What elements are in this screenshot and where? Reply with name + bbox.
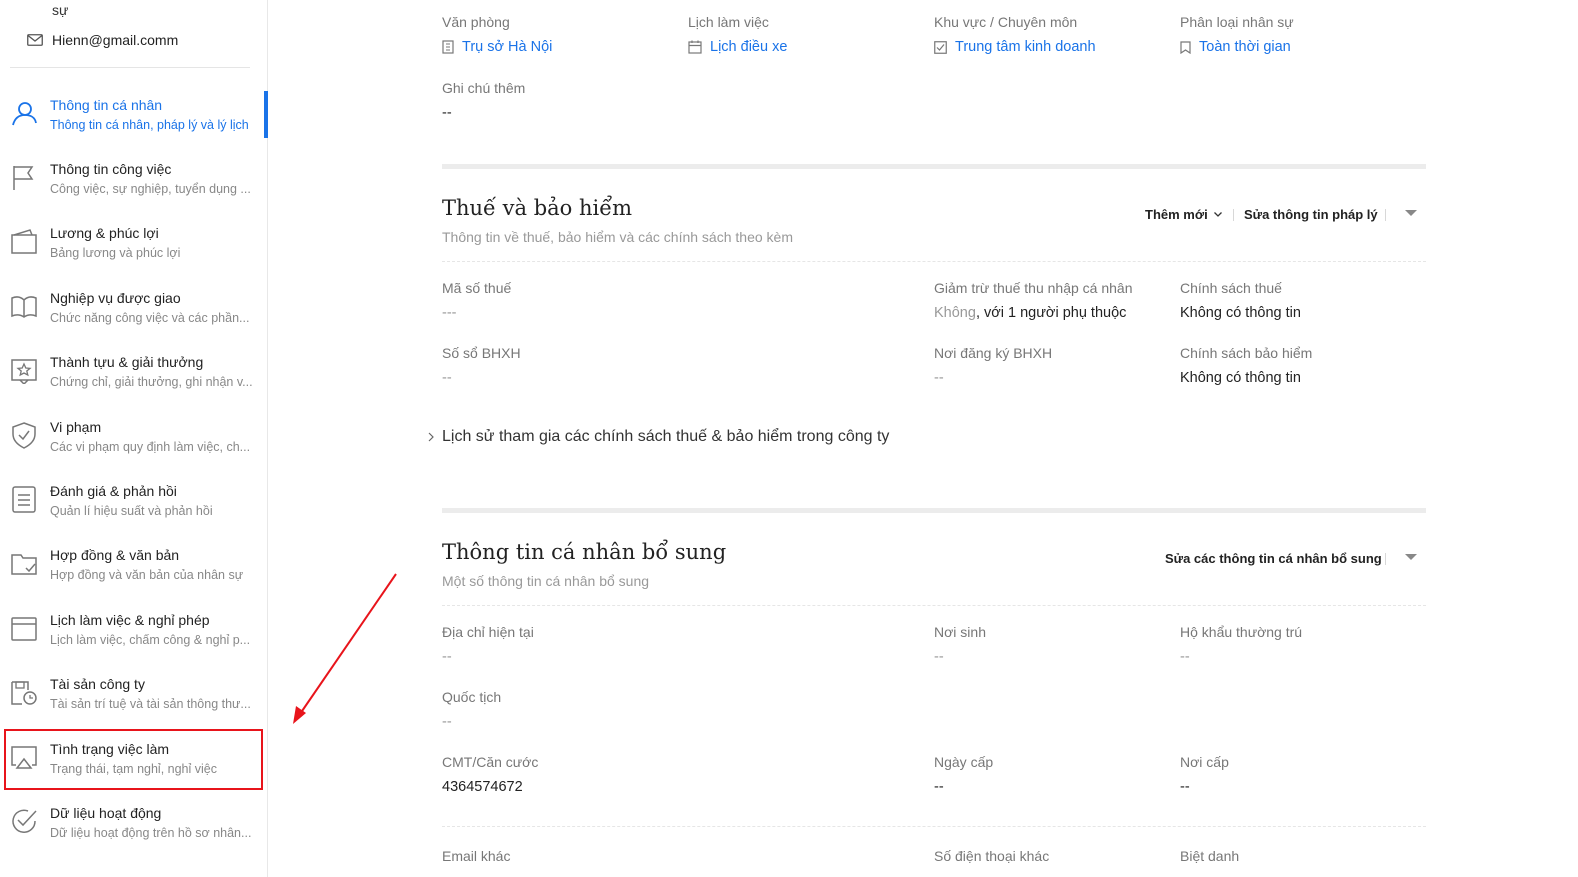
other-phone-field: Số điện thoại khác bbox=[934, 848, 1049, 864]
nav-title: Dữ liệu hoạt động bbox=[50, 805, 162, 821]
row-divider bbox=[442, 605, 1426, 606]
insurance-policy-label: Chính sách bảo hiểm bbox=[1180, 345, 1313, 361]
collapse-caret-icon[interactable] bbox=[1405, 554, 1417, 560]
section-divider bbox=[442, 508, 1426, 513]
issue-place-field: Nơi cấp -- bbox=[1180, 754, 1229, 795]
tax-section-title: Thuế và bảo hiểm bbox=[442, 196, 633, 220]
birthplace-field: Nơi sinh -- bbox=[934, 624, 986, 665]
extra-section-title: Thông tin cá nhân bổ sung bbox=[442, 540, 727, 564]
calendar-small-icon bbox=[688, 40, 702, 54]
bookmark-icon bbox=[1180, 40, 1191, 54]
chevron-right-icon bbox=[428, 432, 434, 442]
deduction-status: Không bbox=[934, 305, 976, 321]
tax-code-label: Mã số thuế bbox=[442, 280, 512, 296]
tax-history-label: Lịch sử tham gia các chính sách thuế & b… bbox=[442, 428, 890, 445]
schedule-value-text: Lịch điều xe bbox=[710, 39, 788, 55]
action-separator bbox=[1385, 209, 1386, 221]
deduction-field: Giảm trừ thuế thu nhập cá nhân Không, vớ… bbox=[934, 280, 1133, 321]
id-card-value: 4364574672 bbox=[442, 779, 523, 795]
extra-section-subtitle: Một số thông tin cá nhân bổ sung bbox=[442, 573, 650, 589]
add-new-button[interactable]: Thêm mới bbox=[1145, 207, 1222, 222]
staff-type-value[interactable]: Toàn thời gian bbox=[1180, 39, 1294, 55]
area-label: Khu vực / Chuyên môn bbox=[934, 14, 1078, 30]
household-label: Hộ khẩu thường trú bbox=[1180, 624, 1303, 640]
action-separator bbox=[1233, 209, 1234, 221]
issue-place-value: -- bbox=[1180, 779, 1190, 795]
edit-extra-button[interactable]: Sửa các thông tin cá nhân bổ sung bbox=[1165, 551, 1382, 566]
deduction-label: Giảm trừ thuế thu nhập cá nhân bbox=[934, 280, 1133, 296]
address-label: Địa chỉ hiện tại bbox=[442, 624, 534, 640]
area-value[interactable]: Trung tâm kinh doanh bbox=[934, 39, 1096, 55]
household-field: Hộ khẩu thường trú -- bbox=[1180, 624, 1302, 665]
tax-code-value: --- bbox=[442, 305, 457, 321]
bhxh-reg-field: Nơi đăng ký BHXH -- bbox=[934, 345, 1052, 386]
issue-date-value: -- bbox=[934, 779, 944, 795]
birthplace-value: -- bbox=[934, 649, 944, 665]
bhxh-reg-value: -- bbox=[934, 370, 944, 386]
address-field: Địa chỉ hiện tại -- bbox=[442, 624, 534, 665]
edit-legal-button[interactable]: Sửa thông tin pháp lý bbox=[1244, 207, 1378, 222]
issue-date-field: Ngày cấp -- bbox=[934, 754, 993, 795]
tax-policy-label: Chính sách thuế bbox=[1180, 280, 1282, 296]
id-card-label: CMT/Căn cước bbox=[442, 754, 539, 770]
action-separator bbox=[1385, 553, 1386, 565]
tax-code-field: Mã số thuế --- bbox=[442, 280, 511, 321]
deduction-dependents: , với 1 người phụ thuộc bbox=[975, 305, 1127, 321]
bhxh-label: Số sổ BHXH bbox=[442, 345, 521, 361]
note-value: -- bbox=[442, 105, 452, 121]
schedule-field: Lịch làm việc Lịch điều xe bbox=[688, 14, 787, 55]
add-new-label: Thêm mới bbox=[1145, 207, 1208, 222]
edit-legal-label: Sửa thông tin pháp lý bbox=[1244, 207, 1378, 222]
row-divider bbox=[442, 826, 1426, 827]
bhxh-value: -- bbox=[442, 370, 452, 386]
tax-history-toggle[interactable]: Lịch sử tham gia các chính sách thuế & b… bbox=[428, 428, 889, 446]
schedule-value[interactable]: Lịch điều xe bbox=[688, 39, 787, 55]
bhxh-field: Số sổ BHXH -- bbox=[442, 345, 521, 386]
nickname-field: Biệt danh bbox=[1180, 848, 1239, 864]
checkbox-icon bbox=[934, 40, 947, 54]
staff-type-value-text: Toàn thời gian bbox=[1199, 39, 1291, 55]
other-email-field: Email khác bbox=[442, 848, 510, 864]
nickname-label: Biệt danh bbox=[1180, 848, 1240, 864]
other-email-label: Email khác bbox=[442, 848, 511, 864]
nationality-value: -- bbox=[442, 714, 452, 730]
edit-extra-label: Sửa các thông tin cá nhân bổ sung bbox=[1165, 551, 1382, 566]
tax-policy-value: Không có thông tin bbox=[1180, 305, 1301, 321]
birthplace-label: Nơi sinh bbox=[934, 624, 986, 640]
staff-type-field: Phân loại nhân sự Toàn thời gian bbox=[1180, 14, 1294, 55]
tax-policy-field: Chính sách thuế Không có thông tin bbox=[1180, 280, 1301, 321]
check-circle-icon bbox=[12, 809, 37, 833]
insurance-policy-value: Không có thông tin bbox=[1180, 370, 1301, 386]
other-phone-label: Số điện thoại khác bbox=[934, 848, 1050, 864]
address-value: -- bbox=[442, 649, 452, 665]
household-value: -- bbox=[1180, 649, 1190, 665]
bhxh-reg-label: Nơi đăng ký BHXH bbox=[934, 345, 1053, 361]
tax-section-subtitle: Thông tin về thuế, bảo hiểm và các chính… bbox=[442, 229, 793, 245]
nav-subtitle: Dữ liệu hoạt động trên hồ sơ nhân... bbox=[50, 826, 252, 840]
section-divider bbox=[442, 164, 1426, 169]
issue-date-label: Ngày cấp bbox=[934, 754, 994, 770]
insurance-policy-field: Chính sách bảo hiểm Không có thông tin bbox=[1180, 345, 1312, 386]
nationality-field: Quốc tịch -- bbox=[442, 689, 501, 730]
deduction-value: Không, với 1 người phụ thuộc bbox=[934, 305, 1133, 321]
office-label: Văn phòng bbox=[442, 14, 510, 30]
area-field: Khu vực / Chuyên môn Trung tâm kinh doan… bbox=[934, 14, 1096, 55]
collapse-caret-icon[interactable] bbox=[1405, 210, 1417, 216]
office-value[interactable]: Trụ sở Hà Nội bbox=[442, 39, 552, 55]
building-icon bbox=[442, 40, 454, 54]
staff-type-label: Phân loại nhân sự bbox=[1180, 14, 1294, 30]
nationality-label: Quốc tịch bbox=[442, 689, 502, 705]
area-value-text: Trung tâm kinh doanh bbox=[955, 39, 1096, 55]
id-card-field: CMT/Căn cước 4364574672 bbox=[442, 754, 538, 795]
sidebar-item-activity-data[interactable]: Dữ liệu hoạt động Dữ liệu hoạt động trên… bbox=[0, 799, 267, 861]
note-label: Ghi chú thêm bbox=[442, 80, 526, 96]
issue-place-label: Nơi cấp bbox=[1180, 754, 1229, 770]
note-field: Ghi chú thêm -- bbox=[442, 80, 525, 121]
schedule-label: Lịch làm việc bbox=[688, 14, 769, 30]
office-value-text: Trụ sở Hà Nội bbox=[462, 39, 553, 55]
chevron-down-icon bbox=[1213, 212, 1222, 217]
office-field: Văn phòng Trụ sở Hà Nội bbox=[442, 14, 552, 55]
main-content: Văn phòng Trụ sở Hà Nội Lịch làm việc Lị… bbox=[268, 0, 1578, 877]
row-divider bbox=[442, 261, 1426, 262]
